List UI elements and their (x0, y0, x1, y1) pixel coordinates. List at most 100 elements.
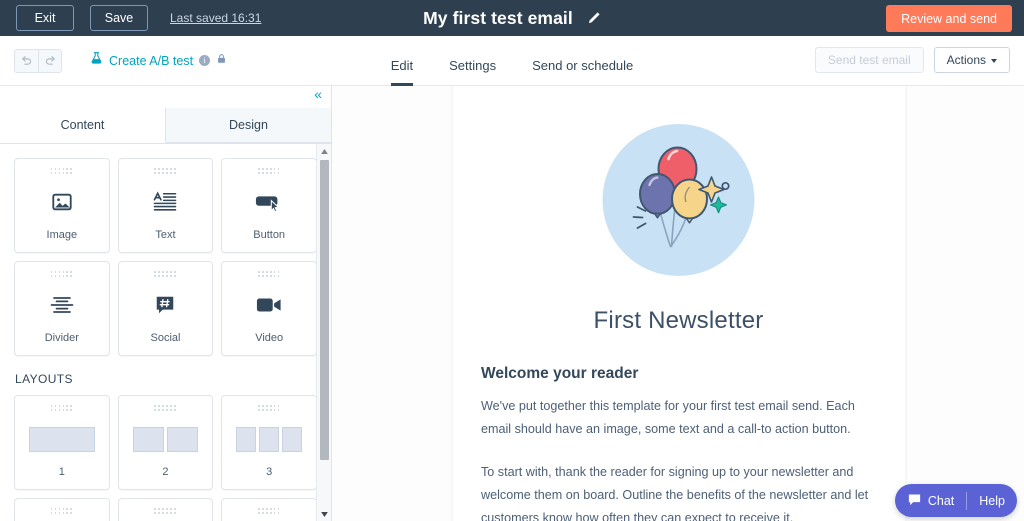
layout-card-4-column[interactable] (221, 498, 317, 521)
undo-redo-group (14, 48, 62, 73)
pencil-icon[interactable] (587, 11, 601, 25)
left-sidebar: « Content Design Image Text Button Divid… (0, 86, 332, 521)
sidebar-tab-content[interactable]: Content (0, 108, 166, 143)
scroll-down-arrow-icon[interactable] (317, 507, 332, 521)
layout-label: 2 (162, 466, 169, 478)
drag-handle-icon[interactable] (258, 508, 280, 515)
layout-card-3-column[interactable]: 3 (221, 395, 317, 490)
sidebar-scrollbar[interactable] (316, 144, 331, 521)
undo-arrow-icon (22, 56, 32, 65)
double-chevron-left-icon[interactable]: « (314, 87, 322, 101)
chat-help-widget[interactable]: Chat Help (894, 484, 1017, 517)
image-icon (51, 175, 73, 229)
layout-label: 3 (266, 466, 273, 478)
email-canvas: First Newsletter Welcome your reader We'… (333, 86, 1024, 521)
review-and-send-button[interactable]: Review and send (886, 5, 1012, 32)
speech-bubble-icon (907, 492, 922, 510)
drag-handle-icon[interactable] (154, 168, 176, 175)
layout-preview (119, 412, 213, 466)
module-card-grid: Image Text Button Divider Social Video (14, 158, 317, 356)
drag-handle-icon[interactable] (154, 271, 176, 278)
help-button[interactable]: Help (967, 494, 1017, 508)
module-card-button[interactable]: Button (221, 158, 317, 253)
tab-settings[interactable]: Settings (449, 58, 496, 86)
layout-card-grid-row2 (14, 498, 317, 521)
drag-handle-icon[interactable] (50, 168, 73, 175)
layout-label: 1 (58, 466, 65, 478)
chevron-down-icon (991, 58, 997, 63)
sidebar-tab-design[interactable]: Design (166, 108, 331, 143)
redo-arrow-icon (45, 56, 55, 65)
layout-preview (15, 412, 109, 466)
module-card-video[interactable]: Video (221, 261, 317, 356)
module-label: Text (155, 229, 176, 241)
hero-image-module[interactable] (474, 86, 883, 276)
button-cursor-icon (255, 175, 283, 229)
tab-send-or-schedule[interactable]: Send or schedule (532, 58, 633, 86)
drag-handle-icon[interactable] (154, 405, 176, 412)
sidebar-tabs: Content Design (0, 108, 331, 144)
tab-edit[interactable]: Edit (390, 58, 414, 86)
email-title-group: My first test email (0, 0, 1024, 36)
send-test-email-button[interactable]: Send test email (814, 47, 924, 73)
save-button[interactable]: Save (90, 5, 148, 31)
redo-button[interactable] (38, 49, 61, 72)
drag-handle-icon[interactable] (50, 508, 73, 515)
module-card-social[interactable]: Social (117, 261, 214, 356)
module-label: Social (150, 332, 181, 344)
info-circle-icon[interactable]: i (199, 55, 211, 66)
last-saved-link[interactable]: Last saved 16:31 (170, 11, 261, 25)
lock-icon (216, 52, 227, 70)
create-ab-test-group[interactable]: Create A/B test i (90, 51, 227, 70)
actions-label: Actions (946, 53, 986, 67)
layouts-section-title: LAYOUTS (15, 372, 73, 386)
text-icon (153, 175, 177, 229)
chat-label: Chat (927, 493, 955, 508)
drag-handle-icon[interactable] (50, 405, 73, 412)
secondary-toolbar: Create A/B test i Edit Settings Send or … (0, 36, 1024, 86)
drag-handle-icon[interactable] (258, 168, 280, 175)
module-label: Divider (44, 332, 79, 344)
sidebar-scroll-area: Image Text Button Divider Social Video L… (0, 144, 331, 521)
email-heading[interactable]: First Newsletter (474, 307, 883, 335)
layout-card-third-two-thirds[interactable] (14, 498, 110, 521)
email-paragraph-2[interactable]: To start with, thank the reader for sign… (481, 461, 881, 521)
module-label: Button (253, 229, 286, 241)
social-hashtag-icon (154, 278, 176, 332)
top-bar: Exit Save Last saved 16:31 My first test… (0, 0, 1024, 36)
module-label: Video (255, 332, 284, 344)
module-card-image[interactable]: Image (14, 158, 110, 253)
email-sheet: First Newsletter Welcome your reader We'… (451, 86, 906, 521)
help-label: Help (979, 493, 1005, 508)
layout-card-grid-row1: 1 2 3 (14, 395, 317, 490)
flask-icon (90, 51, 103, 70)
scroll-up-arrow-icon[interactable] (317, 144, 331, 158)
chat-button[interactable]: Chat (895, 492, 966, 510)
layout-preview (119, 515, 213, 521)
module-label: Image (46, 229, 78, 241)
drag-handle-icon[interactable] (50, 271, 73, 278)
layout-preview (222, 412, 316, 466)
scrollbar-thumb[interactable] (320, 160, 329, 460)
layout-card-2-column[interactable]: 2 (117, 395, 214, 490)
drag-handle-icon[interactable] (154, 508, 176, 515)
divider-icon (50, 278, 74, 332)
sidebar-collapse-row: « (0, 86, 331, 108)
exit-button[interactable]: Exit (16, 5, 74, 31)
module-card-divider[interactable]: Divider (14, 261, 110, 356)
layout-preview (15, 515, 109, 521)
email-paragraph-1[interactable]: We've put together this template for you… (481, 395, 881, 441)
undo-button[interactable] (15, 49, 38, 72)
create-ab-test-label[interactable]: Create A/B test (109, 54, 193, 68)
email-subheading[interactable]: Welcome your reader (481, 365, 883, 383)
module-card-text[interactable]: Text (117, 158, 214, 253)
toolbar-right-actions: Send test email Actions (814, 47, 1010, 73)
layout-card-1-column[interactable]: 1 (14, 395, 110, 490)
drag-handle-icon[interactable] (258, 405, 280, 412)
page-title: My first test email (423, 7, 573, 28)
video-camera-icon (256, 278, 282, 332)
actions-button[interactable]: Actions (933, 47, 1010, 73)
balloons-illustration (602, 124, 755, 276)
drag-handle-icon[interactable] (258, 271, 280, 278)
layout-card-two-thirds-third[interactable] (117, 498, 214, 521)
